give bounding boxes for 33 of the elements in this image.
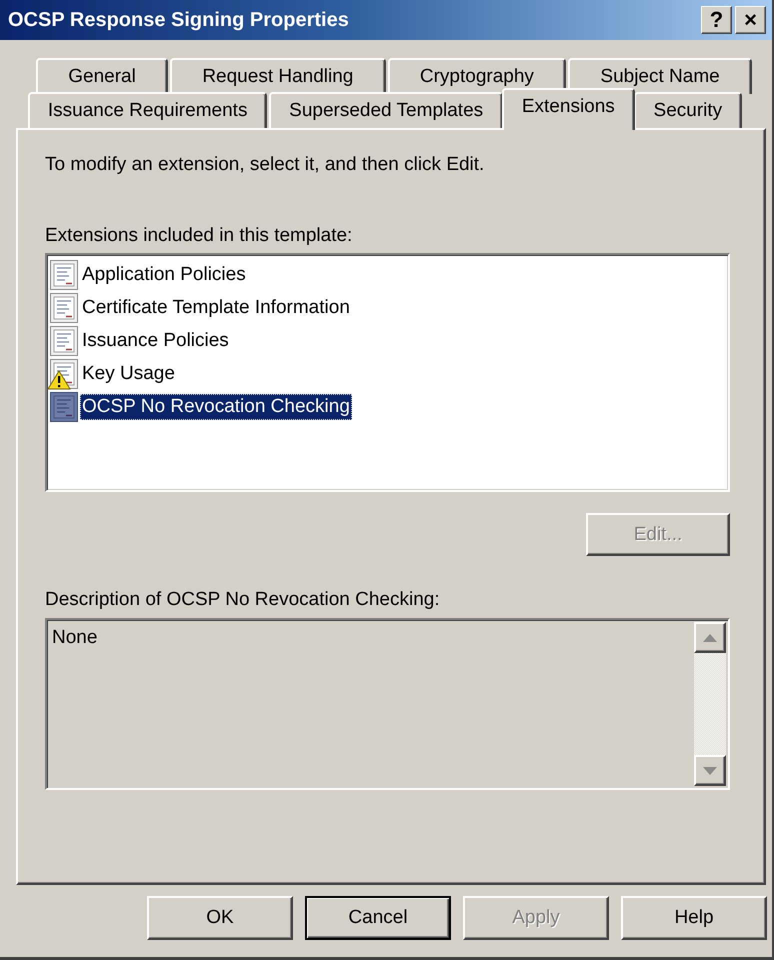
tab[interactable]: Extensions	[502, 88, 635, 130]
up-arrow-icon	[703, 634, 717, 642]
tab[interactable]: Subject Name	[568, 58, 752, 94]
description-label: Description of OCSP No Revocation Checking:	[45, 588, 440, 612]
certificate-icon	[50, 326, 78, 356]
dialog-button[interactable]: OK	[147, 896, 293, 940]
scroll-down-button[interactable]	[694, 755, 726, 786]
extension-item[interactable]: Certificate Template Information	[80, 294, 352, 320]
list-label: Extensions included in this template:	[45, 224, 352, 248]
extension-item[interactable]: OCSP No Revocation Checking	[80, 394, 352, 420]
tab[interactable]: Request Handling	[170, 58, 386, 94]
extension-item[interactable]: Application Policies	[80, 262, 248, 288]
certificate-icon	[50, 292, 78, 322]
extensions-list[interactable]: Application Policies Certificate Template Information Issuance Policies Key Usage OCSP No Revocation Checking	[45, 253, 730, 492]
dialog-button[interactable]: Cancel	[305, 896, 451, 940]
close-button[interactable]: ×	[735, 6, 766, 34]
extension-item[interactable]: Issuance Policies	[80, 328, 231, 354]
dialog-button[interactable]: Help	[621, 896, 767, 940]
tab[interactable]: General	[36, 58, 168, 94]
certificate-icon	[50, 392, 78, 422]
down-arrow-icon	[703, 766, 717, 774]
scroll-up-button[interactable]	[694, 622, 726, 653]
tab[interactable]: Superseded Templates	[269, 92, 504, 128]
description-field[interactable]: None	[45, 618, 730, 790]
instruction-text: To modify an extension, select it, and then click Edit.	[45, 153, 484, 177]
description-value: None	[51, 626, 98, 650]
certificate-icon	[50, 260, 78, 290]
tab[interactable]: Security	[634, 92, 742, 128]
help-button[interactable]: ?	[701, 6, 732, 34]
window-title: OCSP Response Signing Properties	[8, 8, 349, 32]
tab[interactable]: Issuance Requirements	[28, 92, 268, 128]
tab[interactable]: Cryptography	[388, 58, 566, 94]
extension-item[interactable]: Key Usage	[80, 360, 177, 386]
